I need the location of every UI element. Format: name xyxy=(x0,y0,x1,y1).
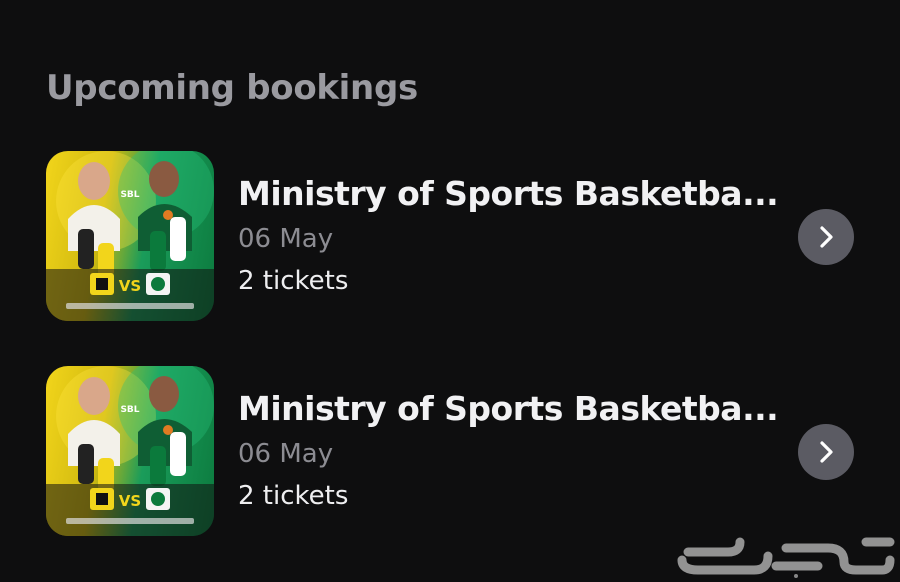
booking-card[interactable]: SBL VS Ministry of Sports Basketba... 06… xyxy=(0,366,900,536)
league-logo: SBL xyxy=(120,405,139,415)
event-date: 06 May xyxy=(238,224,334,254)
vs-label: VS xyxy=(119,277,141,295)
league-logo: SBL xyxy=(120,190,139,200)
event-title: Ministry of Sports Basketba... xyxy=(238,174,779,213)
chevron-right-icon xyxy=(820,441,833,463)
booking-card[interactable]: SBL VS Ministry of Sports Basketba... 06… xyxy=(0,151,900,321)
event-poster-image: SBL VS xyxy=(46,366,214,536)
booking-info: Ministry of Sports Basketba... 06 May 2 … xyxy=(238,386,779,514)
event-poster-image: SBL VS xyxy=(46,151,214,321)
open-booking-button[interactable] xyxy=(798,424,854,480)
vs-label: VS xyxy=(119,492,141,510)
haraj-watermark-logo xyxy=(668,526,896,578)
event-date: 06 May xyxy=(238,439,334,469)
ticket-count: 2 tickets xyxy=(238,481,349,511)
ticket-count: 2 tickets xyxy=(238,266,349,296)
section-title: Upcoming bookings xyxy=(46,68,418,108)
bookings-screen: Upcoming bookings SBL VS Ministry of Spo… xyxy=(0,0,900,582)
booking-info: Ministry of Sports Basketba... 06 May 2 … xyxy=(238,171,779,299)
chevron-right-icon xyxy=(820,226,833,248)
open-booking-button[interactable] xyxy=(798,209,854,265)
event-title: Ministry of Sports Basketba... xyxy=(238,389,779,428)
